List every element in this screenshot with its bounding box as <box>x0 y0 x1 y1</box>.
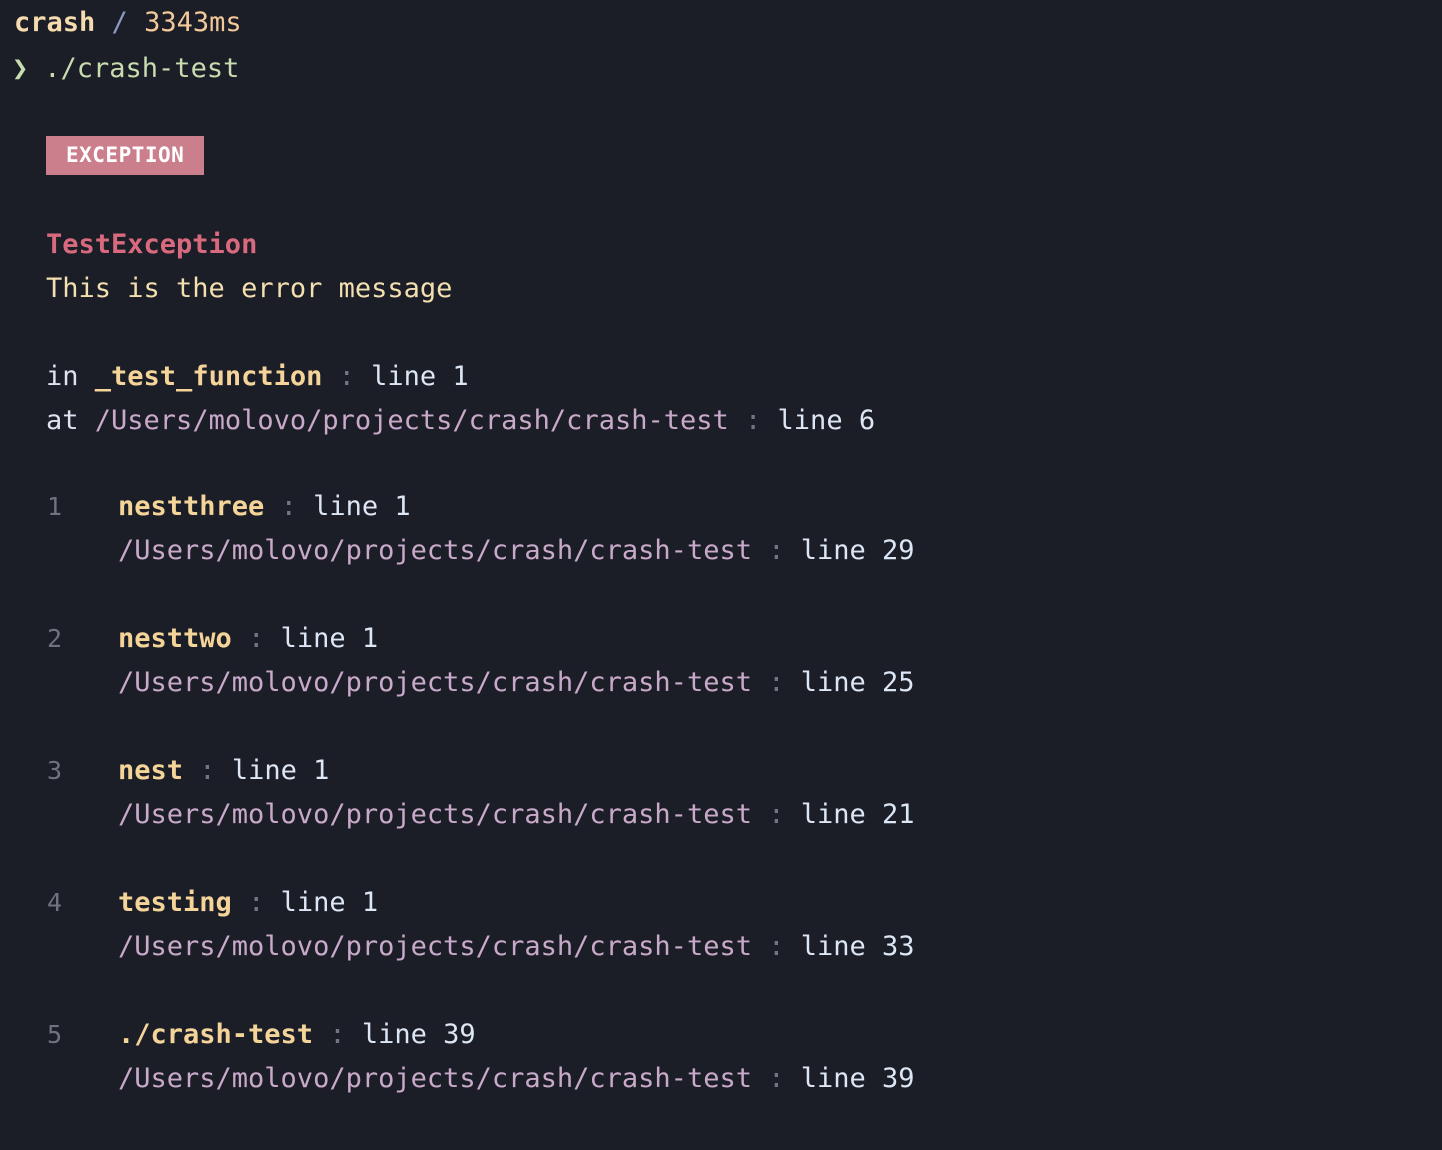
stack-frame[interactable]: 4 testing : line 1 /Users/molovo/project… <box>0 886 1442 1018</box>
frame-index: 1 <box>47 492 63 521</box>
command-prompt-line: ❯ ./crash-test <box>12 52 239 86</box>
frame-function-line: testing : line 1 <box>118 886 378 920</box>
frame-function-line: ./crash-test : line 39 <box>118 1018 476 1052</box>
frame-line-number: line 1 <box>231 755 330 786</box>
exception-title: TestException <box>46 229 258 260</box>
stack-frame[interactable]: 5 ./crash-test : line 39 /Users/molovo/p… <box>0 1018 1442 1150</box>
frame-function-name: ./crash-test <box>118 1019 314 1050</box>
frame-path-line: /Users/molovo/projects/crash/crash-test … <box>118 534 915 568</box>
frame-file-path[interactable]: /Users/molovo/projects/crash/crash-test <box>118 931 752 962</box>
frame-file-path[interactable]: /Users/molovo/projects/crash/crash-test <box>118 799 752 830</box>
frame-path-colon: : <box>768 799 785 830</box>
frame-line-number: line 1 <box>280 887 379 918</box>
frame-colon: : <box>199 755 216 786</box>
frame-path-line-number: line 33 <box>800 931 915 962</box>
origin-file-path[interactable]: /Users/molovo/projects/crash/crash-test <box>95 405 729 436</box>
frame-index: 5 <box>47 1020 63 1049</box>
stack-trace-list: 1 nestthree : line 1 /Users/molovo/proje… <box>0 490 1442 1150</box>
at-keyword: at <box>46 405 79 436</box>
origin-path-line-number: line 6 <box>777 405 876 436</box>
frame-path-line: /Users/molovo/projects/crash/crash-test … <box>118 798 915 832</box>
frame-path-colon: : <box>768 535 785 566</box>
frame-function-name: nest <box>118 755 184 786</box>
header-separator: / <box>111 7 128 38</box>
frame-path-line-number: line 29 <box>800 535 915 566</box>
frame-path-line: /Users/molovo/projects/crash/crash-test … <box>118 1062 915 1096</box>
frame-function-name: nestthree <box>118 491 265 522</box>
status-header: crash / 3343ms <box>14 6 242 40</box>
origin-colon: : <box>338 361 355 392</box>
exception-message: This is the error message <box>46 273 453 304</box>
frame-line-number: line 1 <box>280 623 379 654</box>
frame-path-line-number: line 21 <box>800 799 915 830</box>
frame-function-line: nestthree : line 1 <box>118 490 411 524</box>
origin-path-colon: : <box>745 405 762 436</box>
frame-colon: : <box>329 1019 346 1050</box>
frame-colon: : <box>248 623 265 654</box>
in-keyword: in <box>46 361 79 392</box>
frame-path-colon: : <box>768 667 785 698</box>
frame-function-line: nesttwo : line 1 <box>118 622 378 656</box>
frame-function-name: testing <box>118 887 232 918</box>
frame-file-path[interactable]: /Users/molovo/projects/crash/crash-test <box>118 535 752 566</box>
frame-index: 2 <box>47 624 63 653</box>
frame-line-number: line 39 <box>361 1019 476 1050</box>
stack-frame[interactable]: 3 nest : line 1 /Users/molovo/projects/c… <box>0 754 1442 886</box>
origin-function-name: _test_function <box>94 361 323 392</box>
frame-path-colon: : <box>768 931 785 962</box>
frame-index: 4 <box>47 888 63 917</box>
frame-function-line: nest : line 1 <box>118 754 329 788</box>
duration-label: 3343ms <box>144 7 242 38</box>
frame-file-path[interactable]: /Users/molovo/projects/crash/crash-test <box>118 1063 752 1094</box>
frame-function-name: nesttwo <box>118 623 232 654</box>
origin-line-number: line 1 <box>371 361 469 392</box>
status-badge: EXCEPTION <box>46 136 205 175</box>
frame-colon: : <box>248 887 265 918</box>
app-name: crash <box>14 7 96 38</box>
frame-path-line-number: line 25 <box>800 667 915 698</box>
frame-line-number: line 1 <box>313 491 411 522</box>
frame-index: 3 <box>47 756 63 785</box>
frame-colon: : <box>280 491 297 522</box>
chevron-right-icon: ❯ <box>12 53 29 84</box>
origin-function-line: in _test_function : line 1 <box>46 360 469 394</box>
terminal-window: crash / 3343ms ❯ ./crash-test EXCEPTION T… <box>0 0 1442 1132</box>
origin-path-line: at /Users/molovo/projects/crash/crash-te… <box>46 404 875 438</box>
frame-file-path[interactable]: /Users/molovo/projects/crash/crash-test <box>118 667 752 698</box>
frame-path-colon: : <box>768 1063 785 1094</box>
frame-path-line: /Users/molovo/projects/crash/crash-test … <box>118 930 915 964</box>
stack-frame[interactable]: 1 nestthree : line 1 /Users/molovo/proje… <box>0 490 1442 622</box>
frame-path-line: /Users/molovo/projects/crash/crash-test … <box>118 666 915 700</box>
frame-path-line-number: line 39 <box>800 1063 915 1094</box>
command-text: ./crash-test <box>44 53 240 84</box>
stack-frame[interactable]: 2 nesttwo : line 1 /Users/molovo/project… <box>0 622 1442 754</box>
